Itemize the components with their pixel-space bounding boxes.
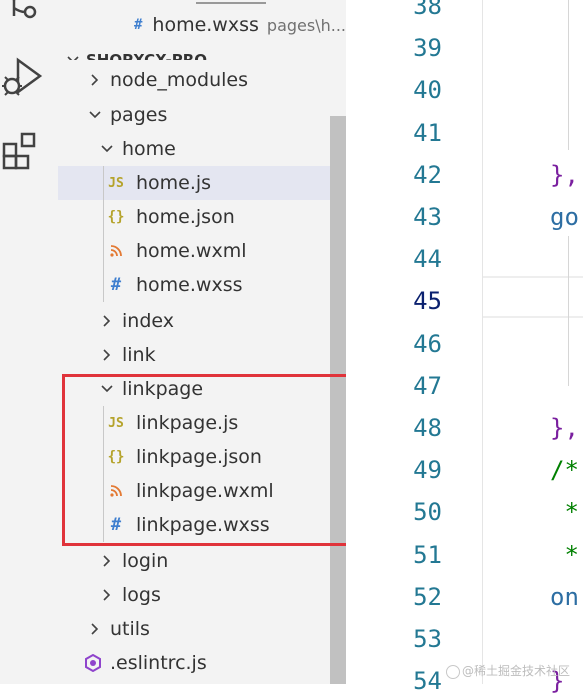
open-editor-path: pages\h... (266, 15, 346, 35)
tree-item-label: home.wxss (136, 274, 243, 296)
chevron-right-icon (103, 349, 111, 361)
tree-item-label: login (122, 550, 169, 572)
tree-item-home-js[interactable]: JS home.js (58, 166, 346, 200)
chevron-right-icon (91, 74, 99, 86)
code-fragment: go (550, 203, 579, 231)
code-indent-guide (568, 236, 569, 386)
code-indent-guide (568, 0, 569, 150)
code-fragment: }, (550, 414, 579, 442)
open-editor-name: home.wxss (152, 14, 259, 36)
watermark-text: @稀土掘金技术社区 (462, 664, 571, 678)
code-fragment: /* (550, 456, 579, 485)
header-shadow (58, 60, 346, 72)
tree-item-home-json[interactable]: {} home.json (58, 200, 346, 234)
extensions-icon[interactable] (0, 130, 48, 176)
code-fragment: * (550, 498, 579, 527)
tree-item-home[interactable]: home (58, 132, 346, 166)
tree-item-login[interactable]: login (58, 544, 346, 578)
line-number: 54 (413, 667, 442, 695)
tree-item-home-wxss[interactable]: # home.wxss (58, 268, 346, 302)
line-number: 43 (413, 203, 442, 231)
source-control-icon[interactable] (0, 0, 48, 26)
line-number: 41 (413, 118, 442, 147)
line-number: 48 (413, 414, 442, 442)
tree-item-utils[interactable]: utils (58, 612, 346, 646)
activity-bar (0, 0, 58, 684)
line-number: 50 (413, 498, 442, 527)
rss-file-icon (110, 245, 122, 257)
tree-item-home-wxml[interactable]: home.wxml (58, 234, 346, 268)
indent-guide (103, 166, 104, 302)
editor-separator (482, 0, 483, 684)
tree-item-label: home.js (136, 172, 212, 194)
tree-item-label: node_modules (110, 69, 249, 91)
tree-item-label: utils (110, 618, 150, 640)
open-editor-home-wxss[interactable]: # home.wxss pages\h... (58, 8, 346, 42)
eslint-file-icon (85, 654, 101, 672)
tree-item-label: logs (122, 584, 161, 606)
watermark: @稀土掘金技术社区 (446, 662, 570, 679)
line-number: 51 (413, 540, 442, 569)
line-number: 38 (413, 0, 442, 20)
line-number: 46 (413, 329, 442, 358)
tree-item-logs[interactable]: logs (58, 578, 346, 612)
wxss-file-icon: # (110, 275, 122, 295)
line-number: 53 (413, 625, 442, 653)
line-number: 42 (413, 160, 442, 189)
line-number: 52 (413, 582, 442, 611)
watermark-logo-icon (446, 664, 460, 679)
line-number: 44 (413, 245, 442, 274)
tree-item-label: home.json (136, 206, 235, 228)
tree-item-label: .eslintrc.js (110, 652, 207, 674)
line-number: 45 (413, 287, 442, 316)
chevron-right-icon (91, 623, 99, 635)
tree-item-label: index (122, 310, 174, 332)
explorer-sidebar: # home.wxss pages\h... SHOPXCX-PRO node_… (58, 0, 346, 684)
tree-item-pages[interactable]: pages (58, 98, 346, 132)
tree-item-label: pages (110, 104, 168, 126)
tree-item-index[interactable]: index (58, 304, 346, 338)
chevron-right-icon (103, 315, 111, 327)
chevron-right-icon (103, 555, 111, 567)
code-fragment: * (550, 540, 579, 569)
code-fragment: }, (550, 160, 579, 189)
js-file-icon: JS (108, 175, 124, 191)
run-debug-icon[interactable] (0, 54, 48, 104)
tree-item-label: home.wxml (136, 240, 247, 262)
json-file-icon: {} (107, 209, 125, 225)
tree-item-label: link (122, 344, 156, 366)
linkpage-highlight-box (62, 374, 378, 546)
chevron-down-icon (101, 145, 113, 153)
clipped-row (196, 0, 266, 4)
tree-item-label: home (122, 138, 176, 160)
code-fragment: on (550, 582, 579, 611)
chevron-down-icon (89, 111, 101, 119)
tree-item-link[interactable]: link (58, 338, 346, 372)
chevron-right-icon (103, 589, 111, 601)
wxss-file-icon: # (133, 17, 143, 33)
line-number: 49 (413, 456, 442, 485)
line-number: 40 (413, 76, 442, 105)
line-number: 47 (413, 371, 442, 400)
tree-item-eslintrc[interactable]: .eslintrc.js (58, 646, 346, 680)
line-number: 39 (413, 34, 442, 63)
